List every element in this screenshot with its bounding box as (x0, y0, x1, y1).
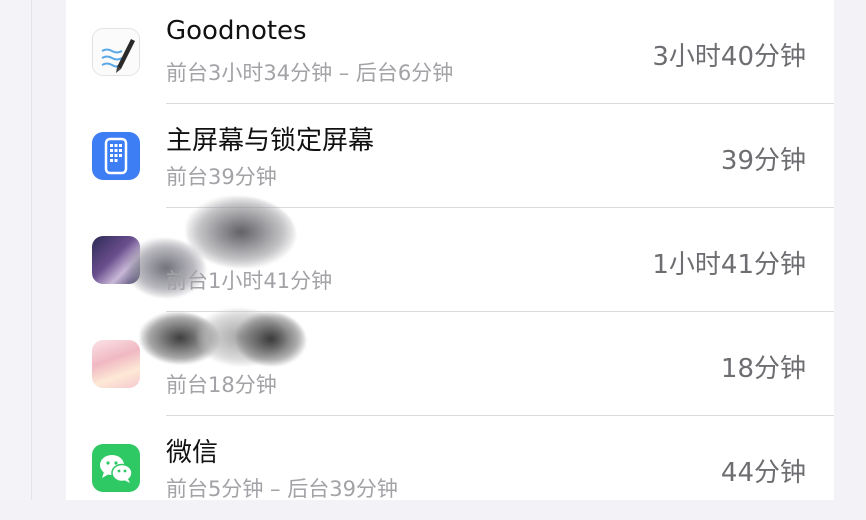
redaction-scribble (236, 312, 306, 366)
app-usage-row-redacted-1[interactable]: 前台1小时41分钟 1小时41分钟 (66, 196, 834, 312)
app-usage-list: Goodnotes 前台3小时34分钟 – 后台6分钟 3小时40分钟 主屏幕与… (66, 0, 834, 501)
goodnotes-icon (92, 28, 140, 76)
app-usage-detail: 前台3小时34分钟 – 后台6分钟 (166, 61, 454, 85)
app-usage-row-wechat[interactable]: 微信 前台5分钟 – 后台39分钟 44分钟 (66, 416, 834, 520)
app-usage-row-redacted-2[interactable]: 前台18分钟 18分钟 (66, 308, 834, 416)
app-usage-time: 39分钟 (720, 146, 806, 176)
app-usage-detail: 前台5分钟 – 后台39分钟 (166, 477, 398, 501)
app-icon (92, 340, 140, 388)
app-usage-time: 3小时40分钟 (652, 42, 806, 72)
home-screen-icon (92, 132, 140, 180)
app-name: 主屏幕与锁定屏幕 (166, 126, 375, 156)
wechat-icon (92, 444, 140, 492)
app-name: Goodnotes (166, 16, 307, 46)
page-background (834, 0, 866, 500)
app-usage-detail: 前台39分钟 (166, 165, 277, 189)
app-usage-row-home-screen[interactable]: 主屏幕与锁定屏幕 前台39分钟 39分钟 (66, 104, 834, 208)
app-usage-time: 44分钟 (720, 458, 806, 488)
sidebar-edge (0, 0, 32, 500)
app-name: 微信 (166, 438, 219, 468)
app-usage-time: 18分钟 (720, 354, 806, 384)
app-usage-detail: 前台18分钟 (166, 373, 277, 397)
app-usage-row-goodnotes[interactable]: Goodnotes 前台3小时34分钟 – 后台6分钟 3小时40分钟 (66, 0, 834, 104)
app-usage-time: 1小时41分钟 (652, 250, 806, 280)
app-usage-detail: 前台1小时41分钟 (166, 269, 333, 293)
